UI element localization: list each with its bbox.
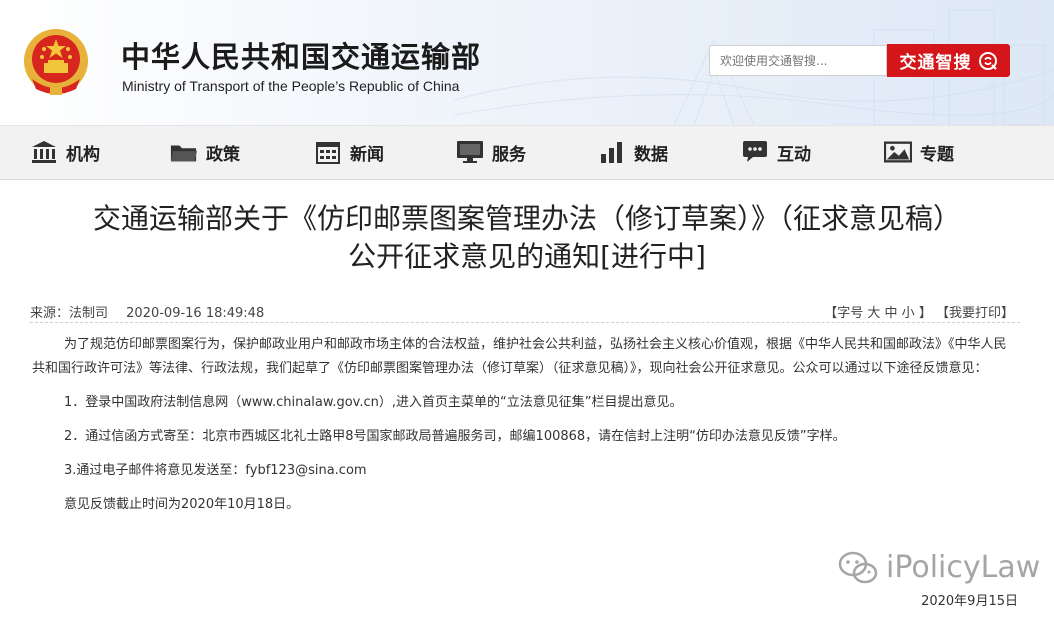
bar-chart-icon — [598, 139, 626, 165]
image-icon — [884, 139, 912, 165]
calendar-grid-icon — [314, 139, 342, 165]
nav-item-label: 新闻 — [350, 144, 384, 165]
article-title-line2: 公开征求意见的通知[进行中] — [348, 240, 706, 273]
article-meta: 来源：法制司 2020-09-16 18:49:48 — [30, 302, 278, 321]
nav-item-topics[interactable]: 专题 — [884, 136, 954, 168]
nav-item-label: 服务 — [492, 144, 526, 165]
meta-divider — [30, 322, 1020, 323]
feedback-item-3: 3.通过电子邮件将意见发送至：fybf123@sina.com — [64, 463, 367, 478]
feedback-item-1: 1．登录中国政府法制信息网（www.chinalaw.gov.cn）,进入首页主… — [64, 395, 683, 410]
site-header: 中华人民共和国交通运输部 Ministry of Transport of th… — [0, 0, 1054, 125]
article-title: 交通运输部关于《仿印邮票图案管理办法（修订草案）》（征求意见稿） 公开征求意见的… — [30, 200, 1024, 276]
monitor-icon — [456, 139, 484, 165]
font-size-large-link[interactable]: 大 — [867, 306, 880, 321]
font-size-prefix: 【字号 — [824, 306, 864, 321]
article-tools: 【字号 大 中 小 】 【我要打印】 — [824, 302, 1014, 321]
signature-date: 2020年9月15日 — [921, 594, 1018, 609]
article-body: 为了规范仿印邮票图案行为，保护邮政业用户和邮政市场主体的合法权益，维护社会公共利… — [32, 333, 1016, 527]
search-button-label: 交通智搜 — [899, 53, 972, 73]
watermark-text: iPolicyLaw — [886, 550, 1041, 585]
article-title-line1: 交通运输部关于《仿印邮票图案管理办法（修订草案）》（征求意见稿） — [92, 202, 961, 235]
feedback-item-2: 2．通过信函方式寄至：北京市西城区北礼士路甲8号国家邮政局普遍服务司，邮编100… — [64, 429, 846, 444]
feedback-deadline: 意见反馈截止时间为2020年10月18日。 — [64, 497, 300, 512]
nav-item-services[interactable]: 服务 — [456, 136, 526, 168]
nav-item-label: 互动 — [777, 144, 811, 165]
nav-item-data[interactable]: 数据 — [598, 136, 668, 168]
nav-item-label: 数据 — [634, 144, 668, 165]
nav-item-label: 机构 — [66, 144, 100, 165]
font-size-medium-link[interactable]: 中 — [885, 306, 898, 321]
main-nav: 机构 政策 新闻 服务 数据 互动 专题 — [0, 125, 1054, 180]
wechat-icon — [838, 551, 878, 583]
article-source: 来源：法制司 — [30, 306, 109, 321]
nav-item-label: 政策 — [206, 144, 240, 165]
building-icon — [30, 139, 58, 165]
folder-icon — [170, 139, 198, 165]
search-button[interactable]: 交通智搜 — [887, 44, 1010, 77]
article-datetime: 2020-09-16 18:49:48 — [126, 306, 265, 321]
national-emblem-icon — [24, 29, 88, 95]
site-subtitle: Ministry of Transport of the People’s Re… — [122, 78, 460, 94]
chat-bubble-icon — [741, 139, 769, 165]
font-size-suffix: 】 — [918, 306, 932, 321]
nav-item-policy[interactable]: 政策 — [170, 136, 240, 168]
search-input[interactable] — [709, 45, 887, 76]
site-title: 中华人民共和国交通运输部 — [121, 40, 482, 74]
search-icon — [978, 51, 997, 70]
print-link[interactable]: 【我要打印】 — [936, 306, 1014, 321]
article-paragraph: 为了规范仿印邮票图案行为，保护邮政业用户和邮政市场主体的合法权益，维护社会公共利… — [32, 337, 1007, 376]
watermark: iPolicyLaw — [838, 550, 1040, 585]
nav-item-label: 专题 — [920, 144, 954, 165]
nav-item-interaction[interactable]: 互动 — [741, 136, 811, 168]
nav-item-organization[interactable]: 机构 — [30, 136, 100, 168]
font-size-small-link[interactable]: 小 — [902, 306, 915, 321]
nav-item-news[interactable]: 新闻 — [314, 136, 384, 168]
